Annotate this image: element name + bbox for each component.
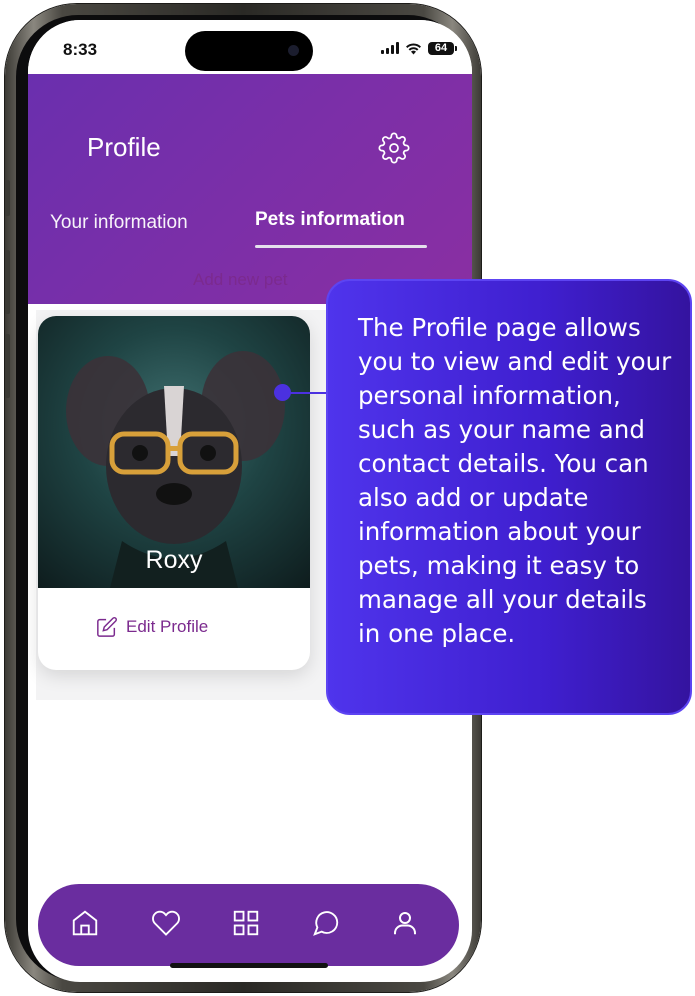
volume-up-button [5, 250, 10, 314]
settings-button[interactable] [378, 132, 410, 164]
edit-icon [97, 617, 117, 637]
edit-profile-button[interactable]: Edit Profile [96, 616, 208, 638]
nav-messages[interactable] [311, 908, 345, 942]
pet-card[interactable]: Roxy Edit Profile [38, 316, 310, 670]
home-icon [72, 910, 98, 936]
bottom-navigation [38, 884, 459, 966]
active-tab-indicator [255, 245, 427, 248]
page-title: Profile [87, 132, 161, 162]
volume-down-button [5, 334, 10, 398]
heart-icon [152, 910, 180, 936]
nav-dashboard[interactable] [231, 908, 265, 942]
silent-switch [5, 180, 10, 216]
battery-icon: 64 [428, 41, 457, 55]
grid-icon [233, 910, 259, 936]
nav-favorites[interactable] [151, 908, 185, 942]
tab-your-information[interactable]: Your information [50, 212, 188, 234]
home-indicator [170, 963, 328, 968]
status-time: 8:33 [63, 40, 98, 59]
camera-dot [288, 45, 299, 56]
feature-callout: The Profile page allows you to view and … [326, 279, 692, 715]
nav-home[interactable] [70, 908, 104, 942]
callout-marker-dot [274, 384, 291, 401]
signal-icon [381, 42, 399, 54]
wifi-icon [406, 42, 421, 54]
pet-name: Roxy [145, 546, 203, 574]
callout-text: The Profile page allows you to view and … [358, 313, 672, 648]
status-icons: 64 [381, 40, 457, 56]
chat-icon [313, 911, 339, 936]
status-bar: 8:33 64 [28, 20, 472, 74]
add-new-pet-link[interactable]: Add new pet [193, 270, 288, 290]
gear-icon [378, 132, 410, 164]
edit-profile-label: Edit Profile [126, 617, 209, 636]
nav-profile[interactable] [390, 908, 424, 942]
dynamic-island [185, 31, 313, 71]
user-icon [394, 912, 416, 935]
tab-pets-information[interactable]: Pets information [255, 209, 405, 231]
